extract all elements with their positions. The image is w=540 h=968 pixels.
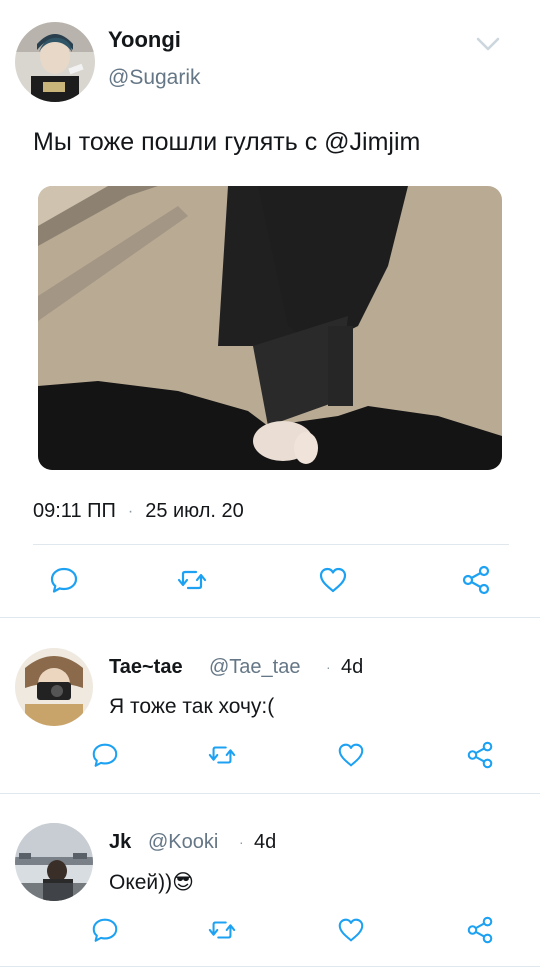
tweet-date: 25 июл. 20 bbox=[145, 500, 244, 522]
share-icon bbox=[462, 565, 490, 595]
separator-dot: · bbox=[326, 659, 331, 675]
share-button[interactable] bbox=[462, 737, 498, 773]
separator-dot: · bbox=[239, 834, 244, 850]
reply-icon bbox=[50, 567, 78, 593]
reply-icon bbox=[92, 918, 118, 942]
tweet-time: 09:11 ПП bbox=[33, 500, 116, 522]
reply-button[interactable] bbox=[87, 912, 123, 948]
divider bbox=[0, 966, 540, 967]
reply-text: Окей))😎 bbox=[109, 871, 195, 894]
reply-author-handle[interactable]: @Tae_tae bbox=[209, 656, 300, 679]
share-icon bbox=[467, 916, 493, 944]
share-icon bbox=[467, 741, 493, 769]
share-button[interactable] bbox=[462, 912, 498, 948]
tweet-timestamp: 09:11 ПП · 25 июл. 20 bbox=[33, 500, 244, 523]
reply-avatar[interactable] bbox=[15, 648, 93, 726]
separator-dot: · bbox=[127, 502, 134, 520]
reply-time: 4d bbox=[254, 831, 277, 853]
chevron-down-icon[interactable] bbox=[474, 30, 502, 58]
tweet-text: Мы тоже пошли гулять с @Jimjim bbox=[33, 128, 421, 156]
reply-button[interactable] bbox=[46, 562, 82, 598]
reply-author-name[interactable]: Tae~tae bbox=[109, 656, 183, 679]
reply-author-name[interactable]: Jk bbox=[109, 831, 131, 854]
divider bbox=[33, 544, 509, 545]
retweet-icon bbox=[208, 746, 236, 764]
divider bbox=[0, 617, 540, 618]
retweet-icon bbox=[177, 570, 207, 590]
like-button[interactable] bbox=[333, 737, 369, 773]
like-icon bbox=[338, 918, 364, 942]
reply-text: Я тоже так хочу:( bbox=[109, 695, 275, 718]
author-handle[interactable]: @Sugarik bbox=[108, 66, 201, 90]
tweet-photo[interactable] bbox=[38, 186, 502, 470]
like-button[interactable] bbox=[315, 562, 351, 598]
author-name[interactable]: Yoongi bbox=[108, 27, 181, 53]
retweet-button[interactable] bbox=[204, 912, 240, 948]
retweet-button[interactable] bbox=[204, 737, 240, 773]
reply-icon bbox=[92, 743, 118, 767]
like-button[interactable] bbox=[333, 912, 369, 948]
reply-author-handle[interactable]: @Kooki bbox=[148, 831, 218, 854]
retweet-button[interactable] bbox=[174, 562, 210, 598]
divider bbox=[0, 793, 540, 794]
reply-time: 4d bbox=[341, 656, 364, 678]
author-avatar[interactable] bbox=[15, 22, 95, 102]
reply-button[interactable] bbox=[87, 737, 123, 773]
reply-avatar[interactable] bbox=[15, 823, 93, 901]
like-icon bbox=[319, 567, 347, 593]
like-icon bbox=[338, 743, 364, 767]
share-button[interactable] bbox=[458, 562, 494, 598]
retweet-icon bbox=[208, 921, 236, 939]
